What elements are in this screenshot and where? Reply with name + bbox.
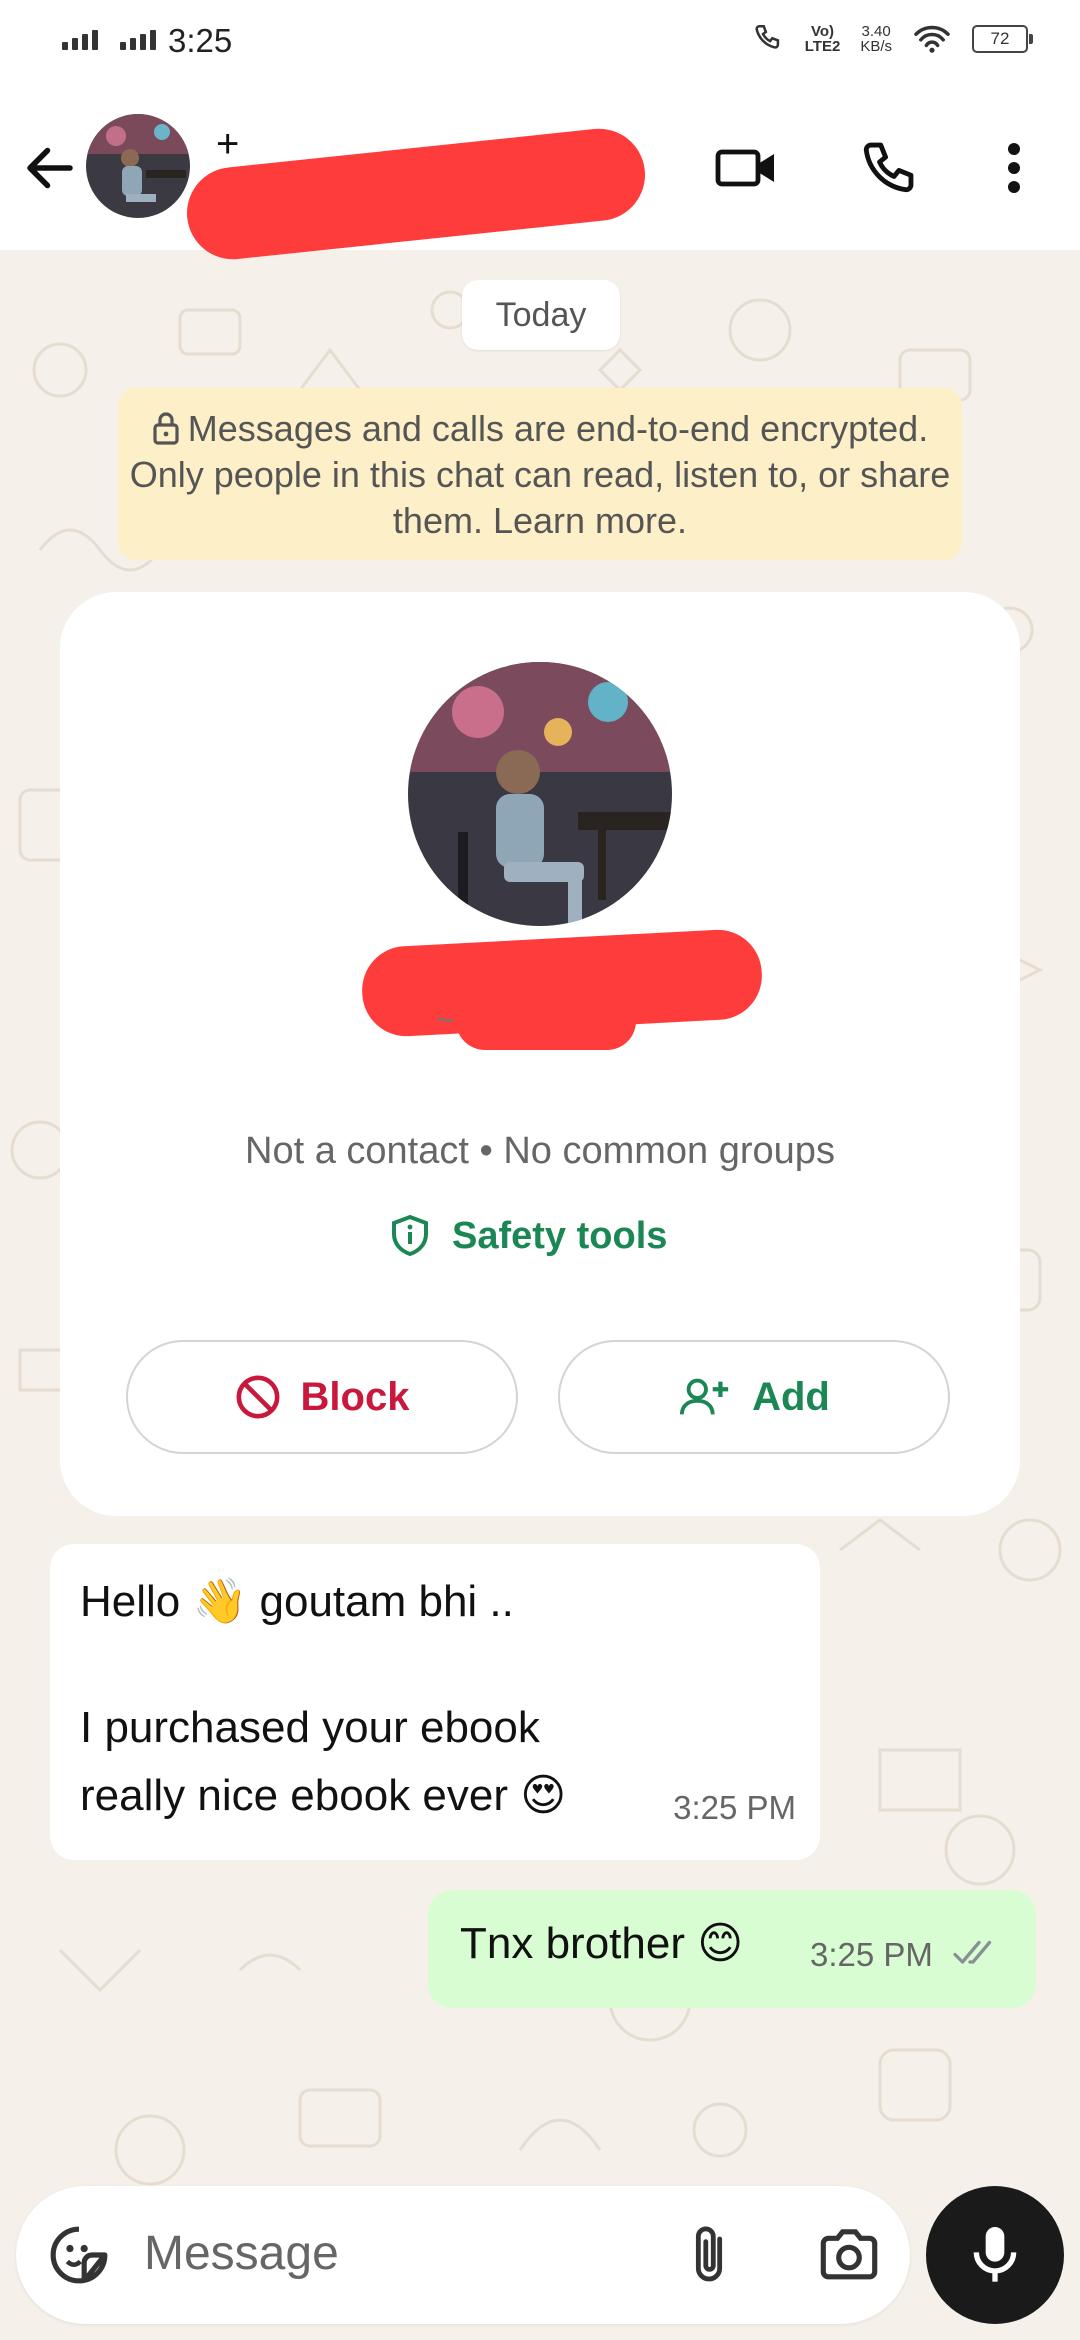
status-bar: 3:25 Vo) LTE2 3.40 KB/s 72 [0,0,1080,86]
message-input-bar: Message [16,2186,910,2324]
message-text: Tnx brother 😊 [460,1919,744,1968]
add-label: Add [752,1374,830,1419]
signal-1-icon [62,30,98,50]
read-receipt-icon [953,1940,992,1964]
profile-about: ~ [436,1002,455,1038]
sticker-icon[interactable] [44,2220,114,2290]
block-button[interactable]: Block [126,1340,518,1454]
encryption-text: Messages and calls are end-to-end encryp… [129,408,951,541]
wifi-calling-icon [755,24,779,49]
video-call-icon[interactable] [710,132,782,204]
contact-info-card: + ~ Not a contact • No common groups Saf… [60,592,1020,1516]
message-line: Hello 👋 goutam bhi .. [80,1577,514,1626]
add-contact-button[interactable]: Add [558,1340,950,1454]
contact-name[interactable]: + [216,122,239,167]
voice-call-icon[interactable] [852,132,924,204]
shield-icon [392,1214,428,1257]
date-chip: Today [462,280,620,350]
lock-icon [153,412,179,445]
add-user-icon [680,1378,729,1415]
contact-avatar[interactable] [86,114,190,218]
encryption-notice[interactable]: Messages and calls are end-to-end encryp… [118,388,962,560]
block-icon [236,1375,279,1419]
incoming-message[interactable]: Hello 👋 goutam bhi .. I purchased your e… [50,1544,820,1860]
wifi-icon [914,25,950,53]
volte-indicator: Vo) LTE2 [804,23,841,55]
safety-tools-label: Safety tools [452,1214,668,1257]
mic-icon [973,2227,1017,2282]
status-time: 3:25 [168,22,233,59]
camera-icon[interactable] [814,2220,884,2290]
more-options-icon[interactable] [978,132,1050,204]
redaction-mark [456,992,636,1050]
back-arrow-icon[interactable] [20,138,80,198]
net-speed: 3.40 KB/s [860,23,892,55]
outgoing-message[interactable]: Tnx brother 😊 3:25 PM [428,1890,1036,2008]
message-line: I purchased your ebook [80,1703,540,1752]
signal-2-icon [120,30,156,50]
chat-header: + online [0,86,1080,264]
block-label: Block [300,1374,410,1419]
message-input[interactable]: Message [144,2226,339,2281]
safety-tools-link[interactable]: Safety tools [390,1214,667,1258]
message-time: 3:25 PM [810,1936,933,1973]
mic-button[interactable] [926,2186,1064,2324]
battery-icon: 72 [972,25,1033,53]
profile-photo[interactable] [408,662,672,926]
status-right: Vo) LTE2 3.40 KB/s 72 [751,22,1033,56]
attach-icon[interactable] [674,2220,744,2290]
contact-meta: Not a contact • No common groups [245,1130,835,1172]
message-time: 3:25 PM [673,1789,796,1826]
redaction-mark [182,124,650,264]
